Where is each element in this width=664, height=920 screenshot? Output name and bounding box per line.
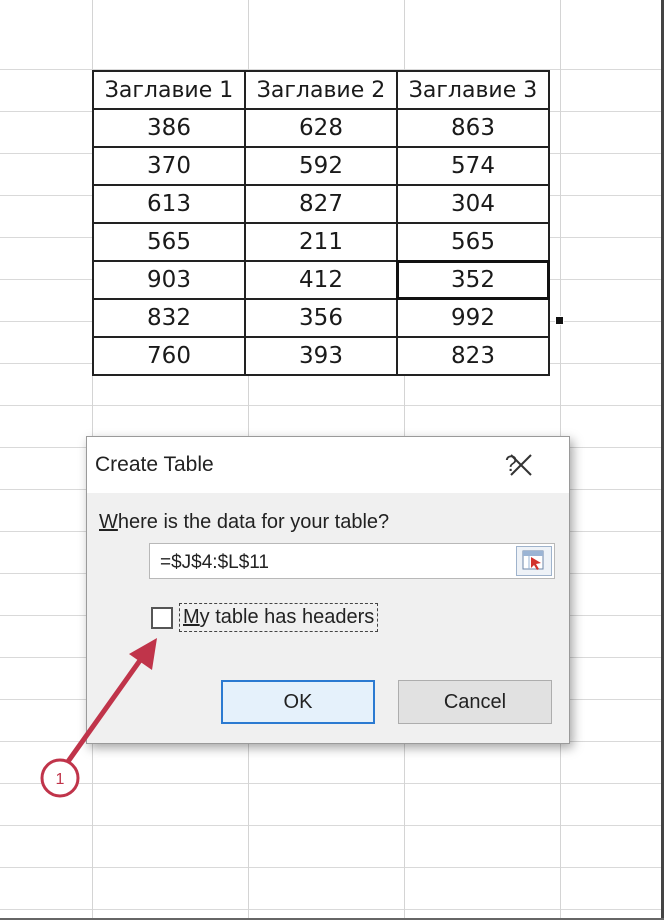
- create-table-dialog: Create Table ? Where is the data for you…: [86, 436, 570, 744]
- header-row: Заглавие 1 Заглавие 2 Заглавие 3: [92, 70, 550, 110]
- table-row: 370 592 574: [92, 146, 550, 186]
- collapse-dialog-button[interactable]: [516, 546, 552, 576]
- close-icon[interactable]: [508, 452, 534, 478]
- headers-checkbox-label[interactable]: My table has headers: [179, 603, 379, 632]
- table-cell[interactable]: 903: [92, 260, 246, 300]
- cancel-button[interactable]: Cancel: [398, 680, 552, 724]
- table-cell[interactable]: 832: [92, 298, 246, 338]
- table-cell[interactable]: 992: [396, 298, 550, 338]
- table-cell[interactable]: 760: [92, 336, 246, 376]
- dialog-titlebar[interactable]: Create Table ?: [87, 437, 569, 493]
- dialog-title: Create Table: [95, 453, 214, 476]
- table-cell[interactable]: 370: [92, 146, 246, 186]
- table-cell[interactable]: 613: [92, 184, 246, 224]
- range-select-icon: [522, 550, 544, 570]
- table-row: 760 393 823: [92, 336, 550, 376]
- table-cell[interactable]: 304: [396, 184, 550, 224]
- data-range-prompt: Where is the data for your table?: [99, 511, 389, 534]
- table-cell[interactable]: 565: [92, 222, 246, 262]
- table-cell[interactable]: 628: [244, 108, 398, 148]
- header-cell[interactable]: Заглавие 2: [244, 70, 398, 110]
- table-cell[interactable]: 386: [92, 108, 246, 148]
- range-input[interactable]: =$J$4:$L$11: [149, 543, 555, 579]
- selected-cell[interactable]: 352: [396, 260, 551, 301]
- table-cell[interactable]: 565: [396, 222, 550, 262]
- header-cell[interactable]: Заглавие 1: [92, 70, 246, 110]
- headers-checkbox[interactable]: [151, 607, 173, 629]
- table-cell[interactable]: 412: [244, 260, 398, 300]
- header-cell[interactable]: Заглавие 3: [396, 70, 550, 110]
- table-cell[interactable]: 827: [244, 184, 398, 224]
- ok-button[interactable]: OK: [221, 680, 375, 724]
- table-cell[interactable]: 574: [396, 146, 550, 186]
- accelerator-key: W: [99, 511, 118, 533]
- range-input-value[interactable]: =$J$4:$L$11: [160, 552, 269, 574]
- table-cell[interactable]: 356: [244, 298, 398, 338]
- table-cell[interactable]: 592: [244, 146, 398, 186]
- table-cell[interactable]: 863: [396, 108, 550, 148]
- table-row: 832 356 992: [92, 298, 550, 338]
- table-cell[interactable]: 211: [244, 222, 398, 262]
- fill-handle[interactable]: [555, 316, 564, 325]
- accelerator-key: M: [183, 606, 200, 628]
- table-row: 903 412 352: [92, 260, 551, 301]
- table-cell[interactable]: 393: [244, 336, 398, 376]
- checkbox-text: y table has headers: [199, 606, 375, 628]
- table-row: 613 827 304: [92, 184, 550, 224]
- prompt-text: here is the data for your table?: [117, 511, 390, 533]
- data-table: Заглавие 1 Заглавие 2 Заглавие 3 386 628…: [92, 70, 551, 376]
- table-cell[interactable]: 823: [396, 336, 550, 376]
- table-row: 386 628 863: [92, 108, 550, 148]
- table-row: 565 211 565: [92, 222, 550, 262]
